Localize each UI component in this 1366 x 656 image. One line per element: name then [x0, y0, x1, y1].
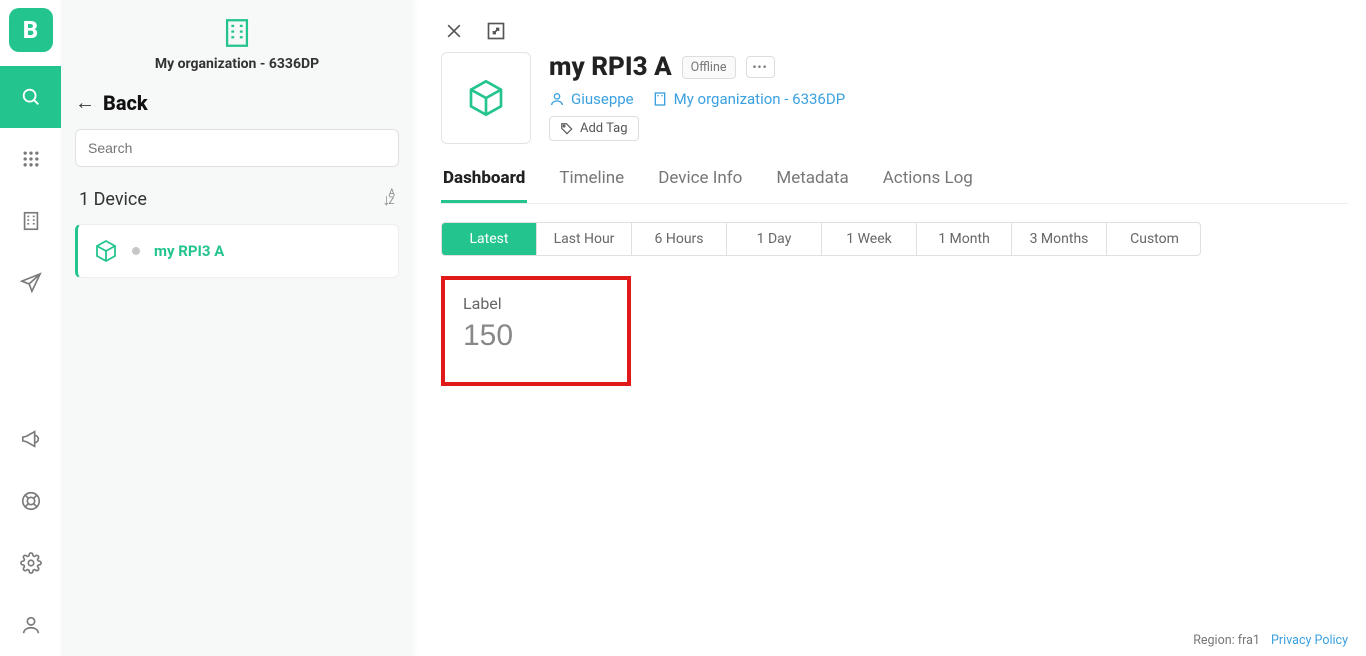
range-6-hours[interactable]: 6 Hours	[632, 223, 727, 255]
range-last-hour[interactable]: Last Hour	[537, 223, 632, 255]
add-tag-label: Add Tag	[580, 121, 628, 136]
arrow-left-icon: ←	[75, 90, 95, 115]
range-latest[interactable]: Latest	[442, 223, 537, 255]
org-header: My organization - 6336DP	[75, 12, 399, 80]
close-button[interactable]	[441, 18, 467, 44]
tab-metadata[interactable]: Metadata	[774, 168, 850, 203]
more-button[interactable]: •••	[746, 56, 775, 78]
megaphone-icon	[20, 428, 42, 450]
tab-device-info[interactable]: Device Info	[656, 168, 744, 203]
device-count: 1 Device	[79, 189, 147, 210]
device-name: my RPI3 A	[154, 242, 224, 260]
close-icon	[444, 21, 464, 41]
sort-button[interactable]: ↓AZ	[382, 190, 395, 210]
time-range-bar: Latest Last Hour 6 Hours 1 Day 1 Week 1 …	[441, 222, 1201, 256]
privacy-link[interactable]: Privacy Policy	[1271, 633, 1348, 648]
user-icon	[20, 614, 42, 636]
tab-dashboard[interactable]: Dashboard	[441, 168, 527, 203]
region-value: fra1	[1238, 633, 1260, 648]
owner-link[interactable]: Giuseppe	[549, 90, 634, 108]
grid-icon	[21, 149, 41, 169]
rail-profile[interactable]	[0, 594, 61, 656]
add-tag-button[interactable]: Add Tag	[549, 116, 639, 141]
footer: Region: fra1 Privacy Policy	[1193, 633, 1348, 648]
dashboard-widget: Label 150	[441, 276, 631, 386]
rail-messages[interactable]	[0, 252, 61, 314]
back-label: Back	[103, 91, 148, 115]
nav-rail: B	[0, 0, 61, 656]
search-icon	[20, 86, 42, 108]
back-button[interactable]: ← Back	[75, 90, 399, 115]
status-dot-offline	[132, 247, 140, 255]
device-title: my RPI3 A	[549, 52, 672, 82]
device-list-item[interactable]: my RPI3 A	[75, 224, 399, 278]
tab-timeline[interactable]: Timeline	[557, 168, 626, 203]
building-icon	[220, 16, 254, 50]
rail-announcements[interactable]	[0, 408, 61, 470]
cube-icon	[466, 78, 506, 118]
org-link-label: My organization - 6336DP	[674, 90, 846, 108]
range-custom[interactable]: Custom	[1107, 223, 1201, 255]
status-badge: Offline	[682, 56, 736, 79]
tab-actions-log[interactable]: Actions Log	[881, 168, 975, 203]
building-icon	[20, 210, 42, 232]
search-input[interactable]	[75, 129, 399, 167]
rail-settings[interactable]	[0, 532, 61, 594]
main-content: my RPI3 A Offline ••• Giuseppe My organi…	[413, 0, 1366, 656]
expand-button[interactable]	[483, 18, 509, 44]
rail-organizations[interactable]	[0, 190, 61, 252]
org-link[interactable]: My organization - 6336DP	[652, 90, 846, 108]
region-label: Region:	[1193, 633, 1234, 648]
brand-logo[interactable]: B	[9, 8, 53, 52]
paper-plane-icon	[20, 272, 42, 294]
tabs: Dashboard Timeline Device Info Metadata …	[441, 168, 1348, 204]
range-1-week[interactable]: 1 Week	[822, 223, 917, 255]
sidebar: My organization - 6336DP ← Back 1 Device…	[61, 0, 413, 656]
rail-help[interactable]	[0, 470, 61, 532]
rail-search[interactable]	[0, 66, 61, 128]
user-icon	[549, 91, 565, 107]
range-1-month[interactable]: 1 Month	[917, 223, 1012, 255]
device-avatar	[441, 52, 531, 144]
cube-icon	[94, 239, 118, 263]
range-1-day[interactable]: 1 Day	[727, 223, 822, 255]
tag-icon	[560, 122, 574, 136]
org-name: My organization - 6336DP	[155, 56, 319, 72]
range-3-months[interactable]: 3 Months	[1012, 223, 1107, 255]
brand-letter: B	[23, 16, 38, 44]
owner-name: Giuseppe	[571, 90, 634, 108]
lifebuoy-icon	[20, 490, 42, 512]
widget-value: 150	[463, 319, 609, 353]
expand-icon	[486, 21, 506, 41]
building-icon	[652, 91, 668, 107]
widget-label: Label	[463, 294, 609, 313]
gear-icon	[20, 552, 42, 574]
rail-apps[interactable]	[0, 128, 61, 190]
